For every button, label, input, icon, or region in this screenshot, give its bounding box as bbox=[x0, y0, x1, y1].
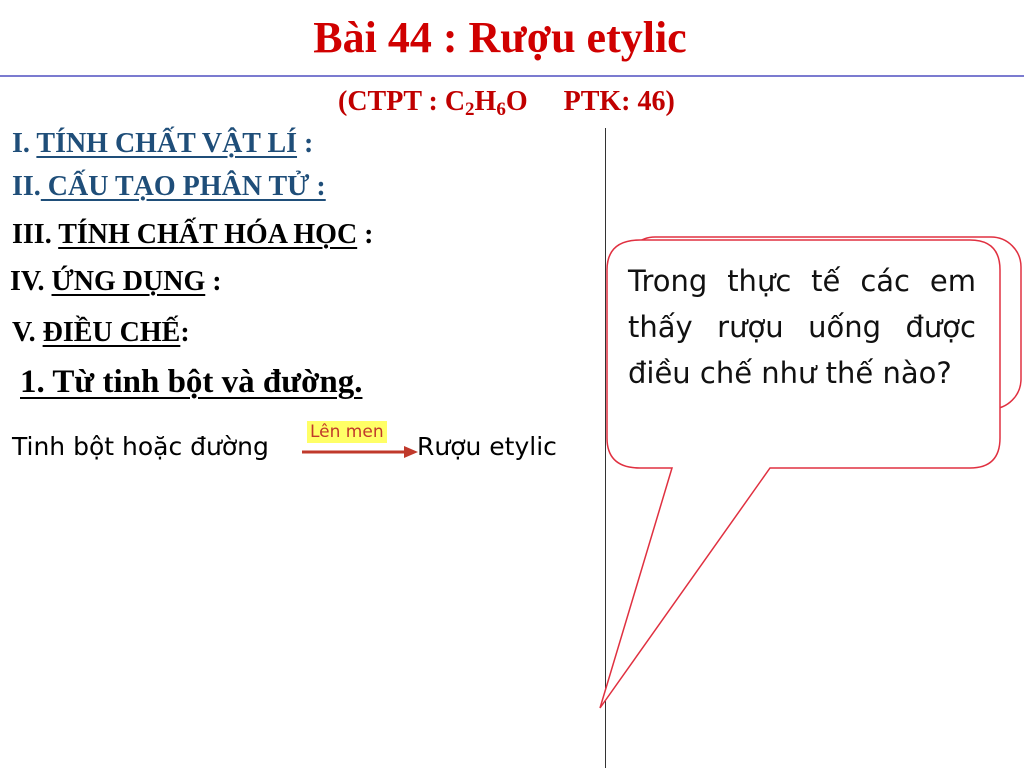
callout-question: Trong thực tế các em thấy rượu uống được… bbox=[628, 264, 976, 390]
